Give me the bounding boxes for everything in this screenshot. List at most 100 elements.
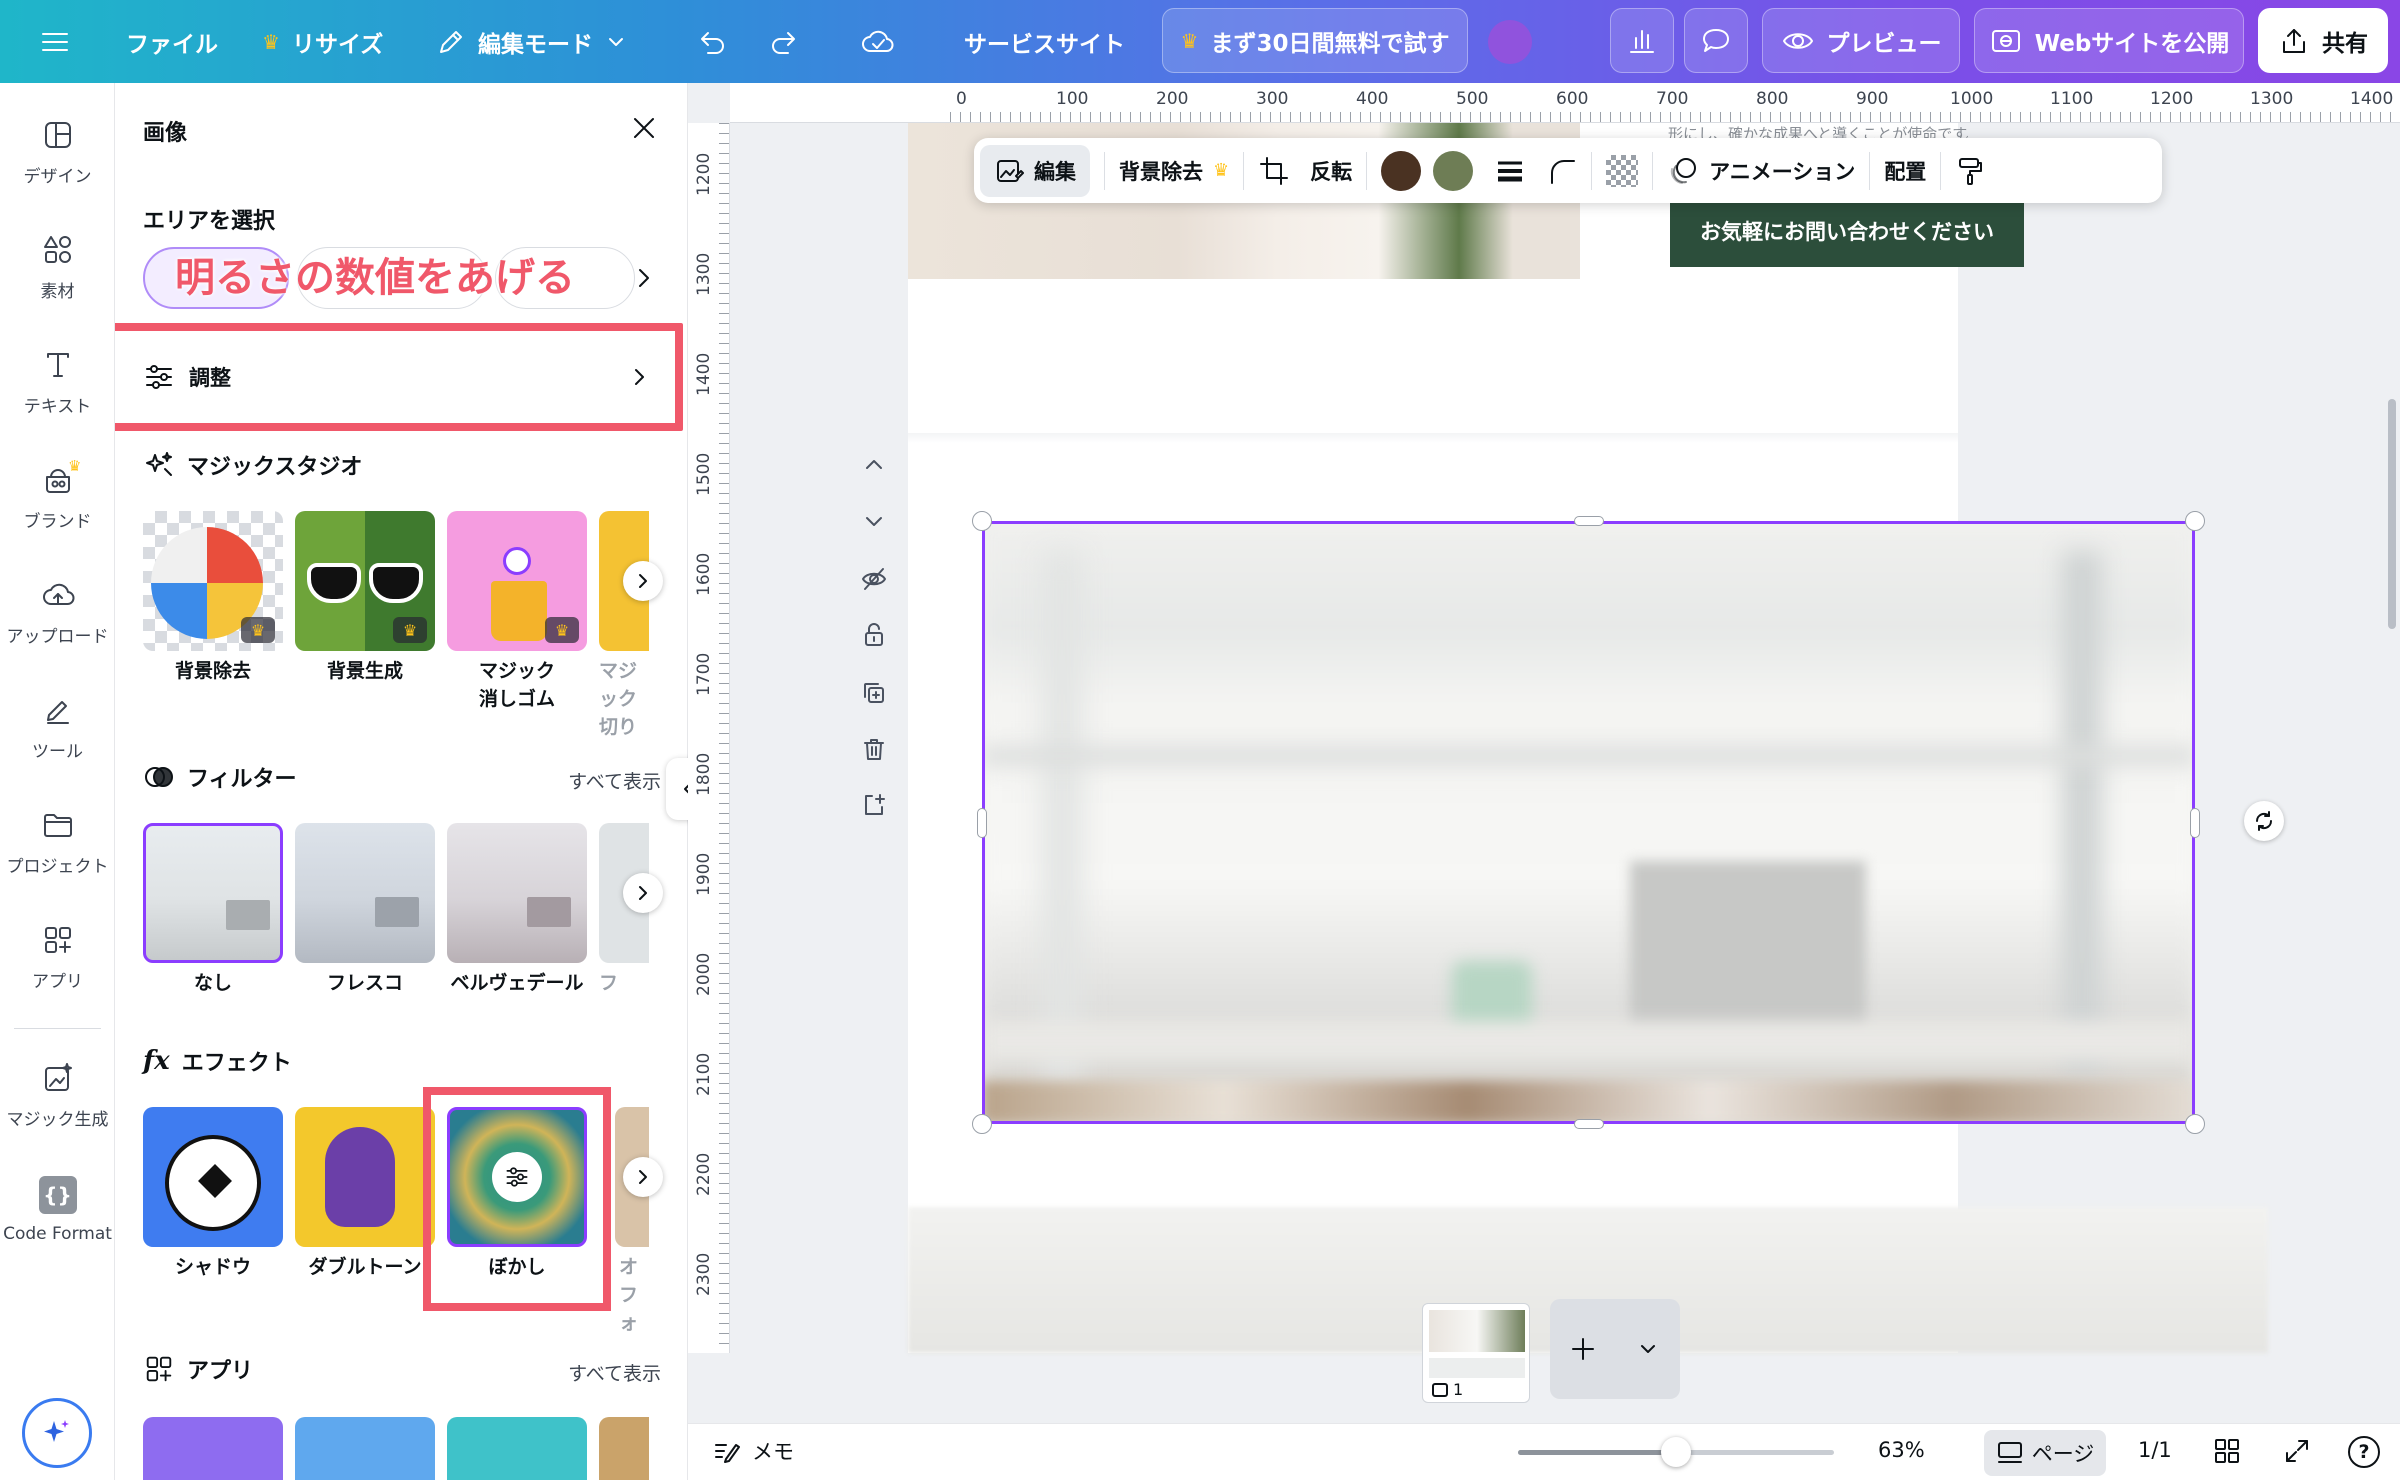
animation-button[interactable]: アニメーション	[1667, 155, 1855, 187]
edit-image-button[interactable]: 編集	[980, 144, 1090, 197]
filter-label-none: なし	[193, 972, 232, 994]
rail-item-design[interactable]: デザイン	[0, 118, 115, 187]
resize-handle-top[interactable]	[1574, 516, 1604, 526]
color-swatch-2[interactable]	[1433, 150, 1474, 191]
rail-item-apps[interactable]: アプリ	[0, 923, 115, 992]
add-page-button[interactable]	[858, 789, 890, 821]
select-area-heading: エリアを選択	[143, 209, 276, 234]
design-page[interactable]: 形にし、確かな成果へと導くことが使命です。 お気軽にお問い合わせください	[908, 123, 2268, 1353]
apps-see-all-link[interactable]: すべて表示	[568, 1359, 661, 1386]
notes-button[interactable]: メモ	[712, 1436, 794, 1466]
magic-bg-generate-tile[interactable]: ♛	[295, 511, 435, 651]
eraser-marker	[503, 547, 531, 575]
magic-assistant-button[interactable]	[22, 1398, 92, 1468]
move-down-button[interactable]	[858, 505, 890, 537]
pages-view-button[interactable]: ページ	[1984, 1430, 2106, 1476]
zoom-slider-knob[interactable]	[1661, 1437, 1691, 1467]
design-icon	[44, 122, 71, 148]
delete-button[interactable]	[858, 733, 890, 765]
magic-item-label: マジック 消しゴム	[478, 660, 555, 710]
close-panel-button[interactable]	[629, 113, 659, 143]
app-tile[interactable]	[143, 1417, 283, 1480]
fullscreen-button[interactable]	[2282, 1436, 2312, 1466]
zoom-level[interactable]: 63%	[1878, 1438, 1925, 1462]
ruler-label: 2300	[694, 1252, 714, 1296]
vertical-scrollbar[interactable]	[2388, 399, 2396, 629]
color-swatch-1[interactable]	[1381, 150, 1422, 191]
filter-fresco-tile[interactable]	[295, 823, 435, 963]
magic-next-button[interactable]	[623, 561, 663, 601]
folder-icon	[43, 814, 72, 837]
move-up-button[interactable]	[858, 449, 890, 481]
rotate-handle[interactable]	[2244, 801, 2284, 841]
magic-bg-remove-tile[interactable]: ♛	[143, 511, 283, 651]
resize-handle-top-left[interactable]	[972, 511, 992, 531]
zoom-slider[interactable]	[1518, 1437, 1834, 1467]
bg-remove-button[interactable]: 背景除去 ♛	[1119, 156, 1229, 186]
app-tile[interactable]	[295, 1417, 435, 1480]
corner-radius-button[interactable]	[1547, 156, 1577, 186]
resize-handle-bottom-left[interactable]	[972, 1114, 992, 1134]
magic-eraser-tile[interactable]: ♛	[447, 511, 587, 651]
resize-handle-right[interactable]	[2190, 808, 2200, 838]
copy-style-button[interactable]	[1955, 156, 1985, 186]
lock-button[interactable]	[858, 619, 890, 651]
apps-icon	[146, 1356, 172, 1382]
flip-button[interactable]: 反転	[1310, 156, 1352, 186]
crown-badge: ♛	[393, 617, 427, 643]
add-page-plus-button[interactable]	[1550, 1299, 1616, 1399]
transparency-icon[interactable]	[1606, 154, 1639, 187]
app-tile[interactable]	[447, 1417, 587, 1480]
rail-item-elements[interactable]: 素材	[0, 233, 115, 302]
rail-item-brand[interactable]: ♛ ブランド	[0, 457, 115, 532]
resize-menu[interactable]: ♛ リサイズ	[262, 0, 383, 83]
edit-mode-dropdown[interactable]: 編集モード	[436, 0, 627, 83]
resize-handle-bottom-right[interactable]	[2185, 1114, 2205, 1134]
file-menu[interactable]: ファイル	[126, 0, 218, 83]
effect-shadow-tile[interactable]	[143, 1107, 283, 1247]
resize-handle-left[interactable]	[977, 808, 987, 838]
resize-handle-bottom[interactable]	[1574, 1119, 1604, 1129]
filters-next-button[interactable]	[623, 873, 663, 913]
cloud-save-button[interactable]	[860, 0, 896, 83]
effect-duotone-tile[interactable]	[295, 1107, 435, 1247]
adjust-row[interactable]: 調整	[143, 345, 653, 409]
thumbnail-preview	[1429, 1310, 1525, 1352]
contact-cta-button[interactable]: お気軽にお問い合わせください	[1670, 195, 2024, 267]
insights-button[interactable]	[1610, 8, 1674, 73]
page-thumbnail[interactable]: 1	[1422, 1303, 1530, 1403]
help-icon[interactable]: ?	[2348, 1436, 2380, 1468]
rail-item-magic-generate[interactable]: マジック生成	[0, 1061, 115, 1130]
redo-button[interactable]	[768, 0, 802, 83]
selection-frame[interactable]	[982, 521, 2195, 1124]
rail-item-tools[interactable]: ツール	[0, 693, 115, 762]
rail-item-projects[interactable]: プロジェクト	[0, 808, 115, 877]
undo-button[interactable]	[694, 0, 728, 83]
filters-see-all-link[interactable]: すべて表示	[568, 767, 661, 794]
rail-item-text[interactable]: テキスト	[0, 348, 115, 417]
resize-handle-top-right[interactable]	[2185, 511, 2205, 531]
filter-none-tile[interactable]	[143, 823, 283, 963]
app-tile[interactable]	[599, 1417, 649, 1480]
duplicate-button[interactable]	[858, 677, 890, 709]
rail-item-upload[interactable]: アップロード	[0, 578, 115, 647]
menu-button[interactable]	[40, 0, 70, 83]
filter-belvedere-tile[interactable]	[447, 823, 587, 963]
avatar[interactable]	[1488, 20, 1532, 64]
comment-button[interactable]	[1684, 8, 1748, 73]
border-style-button[interactable]	[1495, 156, 1525, 186]
preview-button[interactable]: プレビュー	[1762, 8, 1960, 73]
publish-button[interactable]: Webサイトを公開	[1974, 8, 2244, 73]
position-button[interactable]: 配置	[1884, 156, 1926, 186]
share-button[interactable]: 共有	[2258, 8, 2388, 73]
trial-button[interactable]: ♛ まず30日間無料で試す	[1162, 8, 1468, 73]
chevron-right-icon	[639, 574, 647, 588]
chips-next-button[interactable]	[631, 261, 657, 295]
crop-button[interactable]	[1258, 155, 1290, 187]
site-name[interactable]: サービスサイト	[964, 0, 1125, 83]
add-page-options-button[interactable]	[1616, 1299, 1680, 1399]
rail-item-code-format[interactable]: {} Code Format	[0, 1176, 115, 1244]
hide-page-button[interactable]	[858, 563, 890, 595]
grid-view-button[interactable]	[2212, 1436, 2242, 1466]
effects-next-button[interactable]	[623, 1157, 663, 1197]
